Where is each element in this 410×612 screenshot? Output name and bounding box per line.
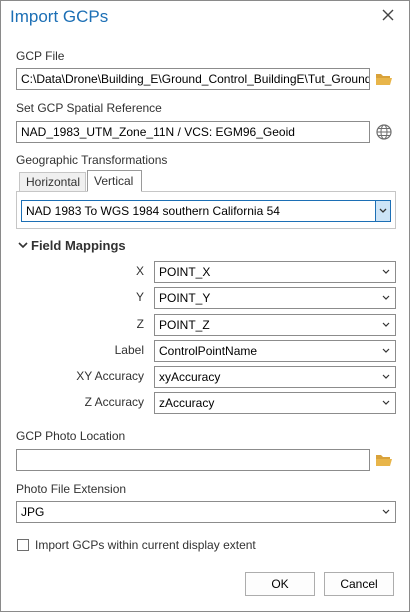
photo-location-label: GCP Photo Location <box>16 429 126 443</box>
extent-checkbox-label[interactable]: Import GCPs within current display exten… <box>35 538 256 552</box>
chevron-down-icon <box>381 315 391 335</box>
y-field-label: Y <box>135 290 144 304</box>
spatial-ref-label: Set GCP Spatial Reference <box>16 101 162 115</box>
field-mappings-header: Field Mappings <box>31 238 126 253</box>
chevron-down-icon <box>381 341 391 361</box>
y-field-select[interactable]: POINT_Y <box>154 287 396 309</box>
tab-horizontal[interactable]: Horizontal <box>19 172 86 192</box>
gcp-file-label: GCP File <box>16 49 65 63</box>
label-field-select[interactable]: ControlPointName <box>154 340 396 362</box>
vertical-transformation-value: NAD 1983 To WGS 1984 southern California… <box>26 204 280 218</box>
photo-location-input[interactable] <box>16 449 370 471</box>
chevron-down-icon <box>381 288 391 308</box>
ok-button[interactable]: OK <box>245 572 315 596</box>
collapse-chevron-icon[interactable] <box>17 239 29 251</box>
label-field-value: ControlPointName <box>159 344 258 358</box>
cancel-button[interactable]: Cancel <box>324 572 394 596</box>
z-accuracy-select[interactable]: zAccuracy <box>154 392 396 414</box>
folder-icon[interactable] <box>375 451 393 469</box>
xy-accuracy-label: XY Accuracy <box>76 369 144 383</box>
chevron-down-icon <box>381 262 391 282</box>
close-icon[interactable] <box>381 8 395 22</box>
globe-icon[interactable] <box>375 123 393 141</box>
xy-accuracy-select[interactable]: xyAccuracy <box>154 366 396 388</box>
z-accuracy-value: zAccuracy <box>159 396 215 410</box>
photo-ext-select[interactable]: JPG <box>16 501 396 523</box>
z-field-label: Z <box>136 317 144 331</box>
z-field-value: POINT_Z <box>159 318 210 332</box>
dialog-title: Import GCPs <box>10 7 109 26</box>
transforms-label: Geographic Transformations <box>16 153 168 167</box>
x-field-value: POINT_X <box>159 265 211 279</box>
x-field-label: X <box>135 264 144 278</box>
gcp-file-input[interactable]: C:\Data\Drone\Building_E\Ground_Control_… <box>16 68 370 90</box>
label-field-label: Label <box>114 343 144 357</box>
chevron-down-icon <box>381 393 391 413</box>
spatial-ref-input[interactable]: NAD_1983_UTM_Zone_11N / VCS: EGM96_Geoid <box>16 121 370 143</box>
x-field-select[interactable]: POINT_X <box>154 261 396 283</box>
vertical-transformation-select[interactable]: NAD 1983 To WGS 1984 southern California… <box>21 200 391 222</box>
chevron-down-icon <box>381 502 391 522</box>
chevron-down-icon[interactable] <box>375 201 390 221</box>
xy-accuracy-value: xyAccuracy <box>159 370 221 384</box>
chevron-down-icon <box>381 367 391 387</box>
tab-vertical[interactable]: Vertical <box>87 170 142 192</box>
folder-icon[interactable] <box>375 70 393 88</box>
import-gcps-dialog: Import GCPs GCP File C:\Data\Drone\Build… <box>0 0 410 612</box>
z-accuracy-label: Z Accuracy <box>84 395 144 409</box>
extent-checkbox[interactable] <box>17 539 29 551</box>
photo-ext-value: JPG <box>21 505 45 519</box>
photo-ext-label: Photo File Extension <box>16 482 127 496</box>
y-field-value: POINT_Y <box>159 291 211 305</box>
z-field-select[interactable]: POINT_Z <box>154 314 396 336</box>
